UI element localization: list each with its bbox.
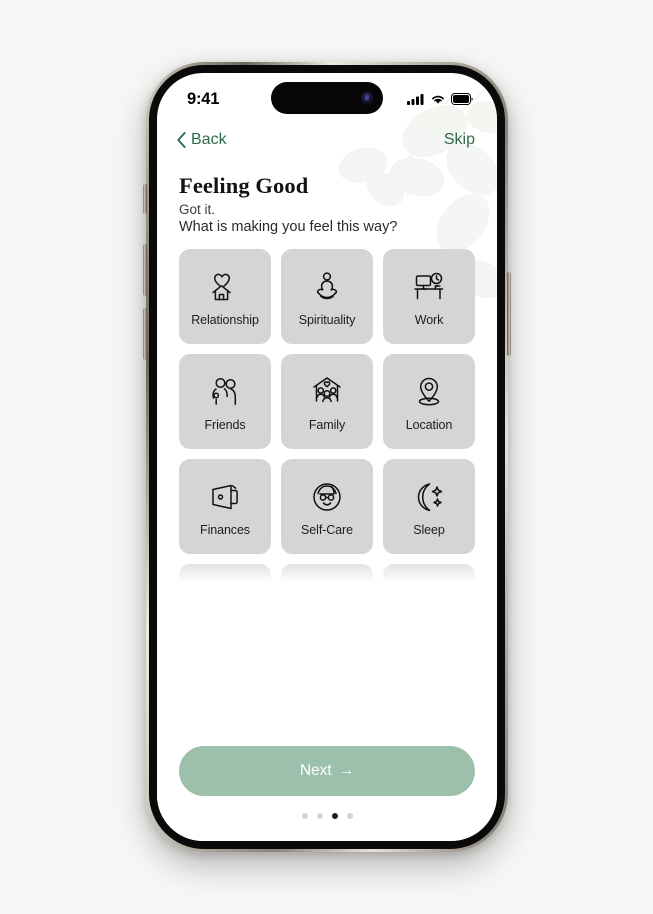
option-tile-health[interactable]: Health xyxy=(281,564,373,589)
page-title: Feeling Good xyxy=(179,173,309,198)
desk-monitor-clock-icon xyxy=(409,267,449,307)
page-dot[interactable] xyxy=(301,813,308,819)
phone-screen: 9:41 Back Skip Feeling Good Got it. What… xyxy=(157,73,497,841)
option-tile-label: Family xyxy=(308,417,346,432)
front-camera-icon xyxy=(361,91,374,105)
option-tile-finances[interactable]: Finances xyxy=(179,459,271,554)
option-tile-label: Self-Care xyxy=(301,522,353,537)
options-grid-scroll[interactable]: Relationship Spirituality Work Friends F… xyxy=(157,249,497,589)
skip-button[interactable]: Skip xyxy=(444,131,475,149)
wallet-icon xyxy=(205,477,245,517)
option-tile-family[interactable]: Family xyxy=(281,354,373,449)
wifi-icon xyxy=(432,95,444,104)
option-tile-self-talk[interactable]: Self-Talk xyxy=(179,564,271,589)
battery-full-icon xyxy=(451,93,473,105)
option-tile-label: Work xyxy=(414,312,444,327)
map-pin-icon xyxy=(409,372,449,412)
cellular-signal-icon xyxy=(407,94,424,105)
two-people-icon xyxy=(205,372,245,412)
option-tile-relationship[interactable]: Relationship xyxy=(179,249,271,344)
option-tile-spirituality[interactable]: Spirituality xyxy=(281,249,373,344)
status-bar-indicators xyxy=(407,93,473,105)
page-indicator-dots xyxy=(179,813,475,819)
page-dot-active[interactable] xyxy=(331,813,338,819)
option-tile-label: Sleep xyxy=(413,522,445,537)
power-button[interactable] xyxy=(507,272,511,356)
meditation-icon xyxy=(307,267,347,307)
moon-stars-icon xyxy=(409,477,449,517)
header-block: Feeling Good Got it. What is making you … xyxy=(157,155,497,235)
option-tile-label: Relationship xyxy=(191,312,259,327)
family-house-heart-icon xyxy=(307,372,347,412)
option-tile-weather[interactable]: Weather xyxy=(383,564,475,589)
shield-cross-icon xyxy=(307,582,347,589)
iphone-device-mockup: 9:41 Back Skip Feeling Good Got it. What… xyxy=(143,62,511,852)
header-question: What is making you feel this way? xyxy=(179,219,398,235)
arrow-right-icon: → xyxy=(338,762,355,779)
option-tile-label: Spirituality xyxy=(298,312,356,327)
sun-cloud-icon xyxy=(409,582,449,589)
footer-bar: Next → xyxy=(157,746,497,841)
next-button-label: Next xyxy=(299,762,332,779)
status-bar-time: 9:41 xyxy=(187,89,220,108)
back-button[interactable]: Back xyxy=(177,131,227,149)
option-tile-work[interactable]: Work xyxy=(383,249,475,344)
option-tile-label: Location xyxy=(405,417,453,432)
volume-up-button[interactable] xyxy=(143,244,147,296)
option-tile-friends[interactable]: Friends xyxy=(179,354,271,449)
option-tile-label: Friends xyxy=(204,417,246,432)
option-tile-label: Finances xyxy=(200,522,250,537)
header-subtitle: Got it. xyxy=(179,202,216,217)
volume-down-button[interactable] xyxy=(143,308,147,360)
face-mask-icon xyxy=(307,477,347,517)
next-button[interactable]: Next → xyxy=(179,746,475,796)
chevron-left-icon xyxy=(177,132,186,148)
heart-house-icon xyxy=(205,267,245,307)
action-button[interactable] xyxy=(143,184,147,214)
option-tile-self-care[interactable]: Self-Care xyxy=(281,459,373,554)
page-dot[interactable] xyxy=(346,813,353,819)
back-button-label: Back xyxy=(191,131,227,148)
option-tile-sleep[interactable]: Sleep xyxy=(383,459,475,554)
dynamic-island xyxy=(271,82,383,114)
options-grid: Relationship Spirituality Work Friends F… xyxy=(157,249,497,589)
option-tile-location[interactable]: Location xyxy=(383,354,475,449)
page-dot[interactable] xyxy=(316,813,323,819)
navigation-bar: Back Skip xyxy=(157,121,497,155)
speech-bubbles-icon xyxy=(205,582,245,589)
